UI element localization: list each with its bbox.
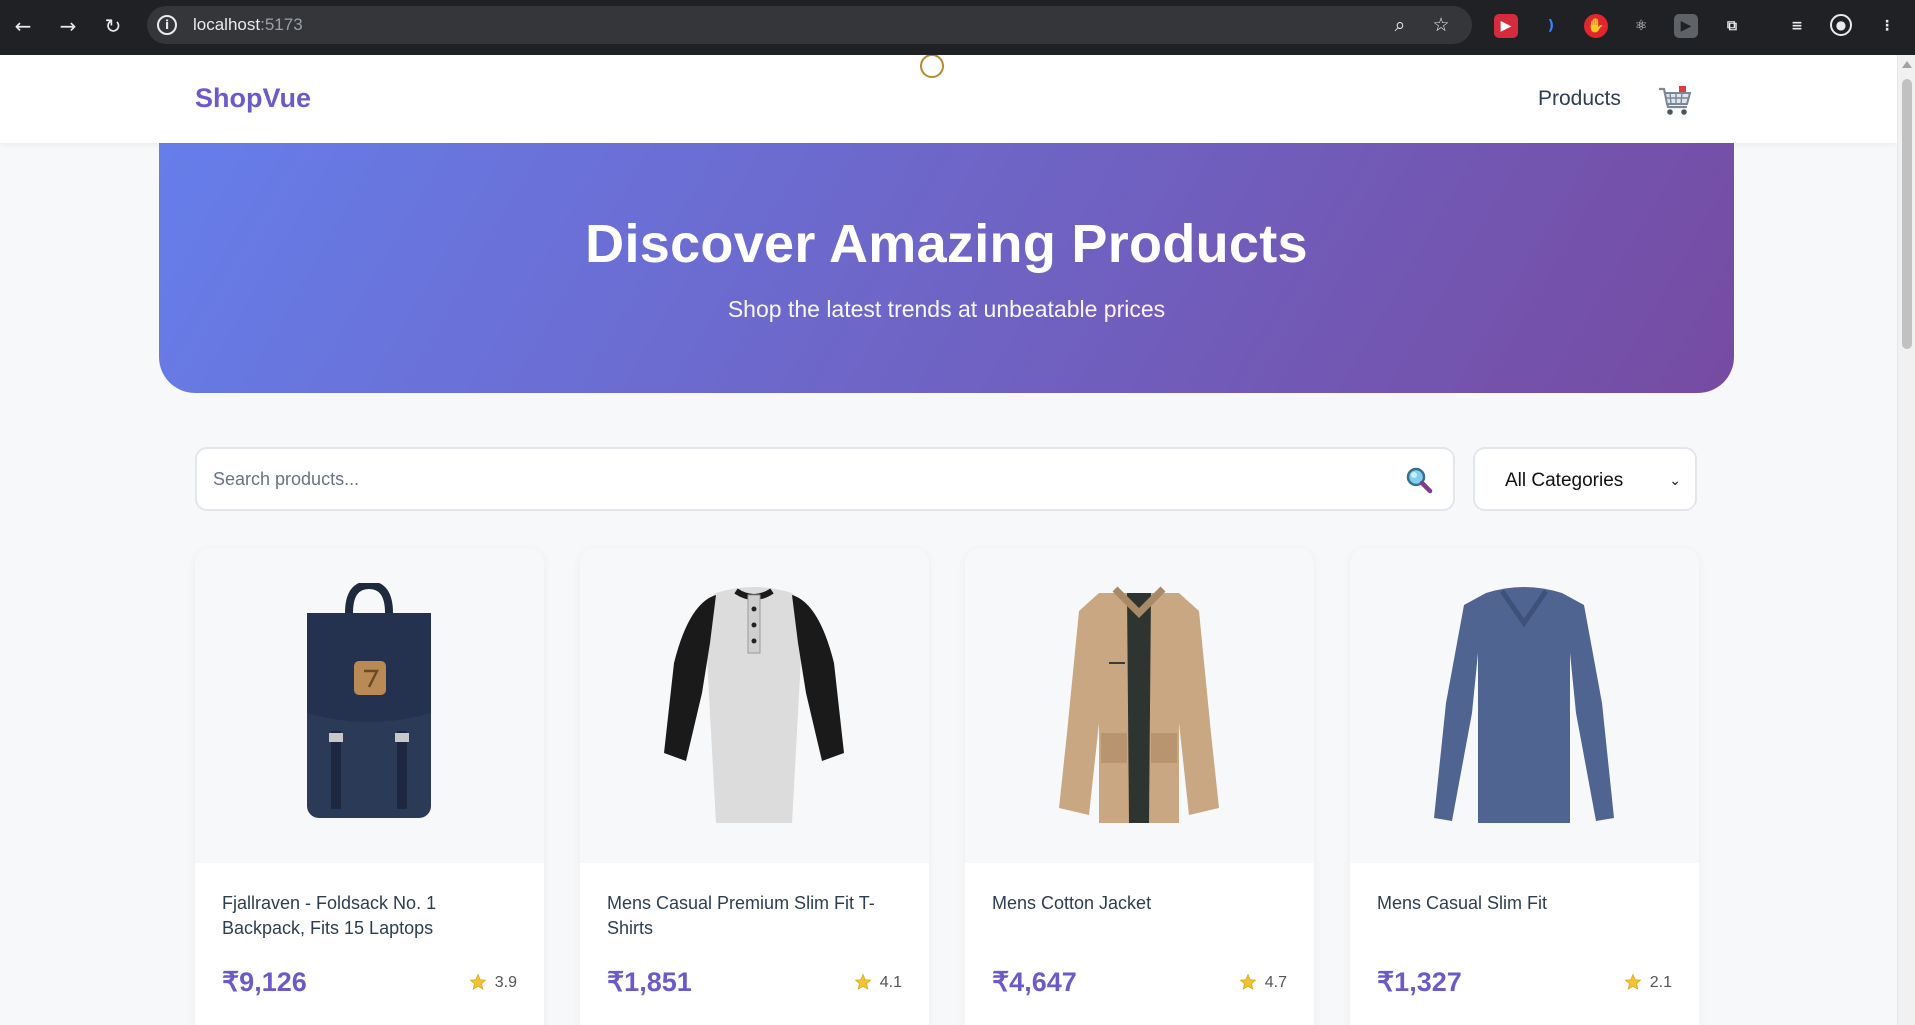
extension-video-icon[interactable]: ▶ [1674, 14, 1698, 38]
longsleeve-image [1434, 587, 1614, 823]
product-price: ₹1,851 [607, 967, 692, 997]
site-info-icon[interactable]: i [157, 15, 177, 35]
product-image [580, 548, 929, 863]
rating-value: 4.7 [1264, 974, 1287, 991]
jacket-image [1059, 586, 1219, 823]
category-select[interactable]: All Categories ⌄ [1473, 447, 1697, 511]
loading-spinner-icon [920, 55, 944, 78]
product-image [195, 548, 544, 863]
back-icon[interactable]: ← [8, 11, 38, 41]
search-icon[interactable] [1405, 466, 1433, 494]
chevron-down-icon: ⌄ [1669, 473, 1681, 489]
product-image [965, 548, 1314, 863]
product-rating: 2.1 [1624, 972, 1672, 994]
rating-value: 2.1 [1649, 974, 1672, 991]
product-title[interactable]: Mens Casual Slim Fit [1377, 891, 1677, 916]
product-price: ₹4,647 [992, 967, 1077, 997]
star-icon [1624, 973, 1642, 990]
product-card[interactable]: Fjallraven - Foldsack No. 1 Backpack, Fi… [195, 548, 544, 1025]
reload-icon[interactable]: ↻ [98, 11, 128, 41]
product-rating: 3.9 [469, 972, 517, 994]
extension-hand-icon[interactable]: ✋ [1584, 14, 1608, 38]
react-devtools-icon[interactable]: ⚛ [1629, 14, 1653, 38]
zoom-icon[interactable]: ⌕ [1388, 13, 1412, 37]
backpack-image [307, 583, 431, 818]
scrollbar-thumb[interactable] [1902, 79, 1912, 349]
star-icon [1239, 973, 1257, 990]
extension-signal-icon[interactable]: ) [1539, 14, 1563, 38]
url-text[interactable]: localhost:5173 [193, 15, 303, 35]
site-header: ShopVue Products [0, 55, 1897, 143]
reading-list-icon[interactable]: ≡ [1785, 14, 1809, 38]
category-select-value: All Categories [1505, 470, 1624, 491]
product-card[interactable]: Mens Casual Slim Fit ₹1,327 2.1 [1350, 548, 1699, 1025]
search-input[interactable] [213, 449, 1393, 509]
product-image [1350, 548, 1699, 863]
bookmark-star-icon[interactable]: ☆ [1429, 13, 1453, 37]
hero-banner: Discover Amazing Products Shop the lates… [159, 143, 1734, 393]
product-card[interactable]: Mens Casual Premium Slim Fit T-Shirts ₹1… [580, 548, 929, 1025]
product-title[interactable]: Mens Casual Premium Slim Fit T-Shirts [607, 891, 907, 941]
address-bar[interactable]: i localhost:5173 ⌕ ☆ [147, 6, 1472, 44]
forward-icon[interactable]: → [53, 11, 83, 41]
rating-value: 4.1 [879, 974, 902, 991]
hero-subtitle: Shop the latest trends at unbeatable pri… [727, 296, 1166, 322]
product-title[interactable]: Mens Cotton Jacket [992, 891, 1292, 916]
scroll-up-icon[interactable] [1902, 61, 1912, 68]
hero-title: Discover Amazing Products [585, 214, 1308, 274]
page: ShopVue Products Discover Amazing Produc… [0, 55, 1897, 1025]
browser-toolbar: ← → ↻ i localhost:5173 ⌕ ☆ ▶ ) ✋ ⚛ ▶ ⧉ ≡… [0, 0, 1915, 55]
tshirt-image [664, 587, 844, 823]
more-menu-icon[interactable]: ⋮ [1875, 14, 1899, 38]
search-box [195, 447, 1455, 511]
product-rating: 4.7 [1239, 972, 1287, 994]
extensions-puzzle-icon[interactable]: ⧉ [1720, 14, 1744, 38]
star-icon [469, 973, 487, 990]
cart-icon[interactable] [1657, 83, 1693, 119]
rating-value: 3.9 [494, 974, 517, 991]
extension-red-icon[interactable]: ▶ [1494, 14, 1518, 38]
product-card[interactable]: Mens Cotton Jacket ₹4,647 4.7 [965, 548, 1314, 1025]
nav-products-link[interactable]: Products [1538, 86, 1621, 112]
product-title[interactable]: Fjallraven - Foldsack No. 1 Backpack, Fi… [222, 891, 522, 941]
product-price: ₹1,327 [1377, 967, 1462, 997]
star-icon [854, 973, 872, 990]
profile-icon[interactable]: ● [1830, 14, 1852, 36]
product-rating: 4.1 [854, 972, 902, 994]
url-host: localhost [193, 15, 261, 34]
product-price: ₹9,126 [222, 967, 307, 997]
logo[interactable]: ShopVue [195, 82, 311, 114]
url-port: :5173 [260, 15, 303, 34]
scrollbar[interactable] [1897, 55, 1915, 1025]
